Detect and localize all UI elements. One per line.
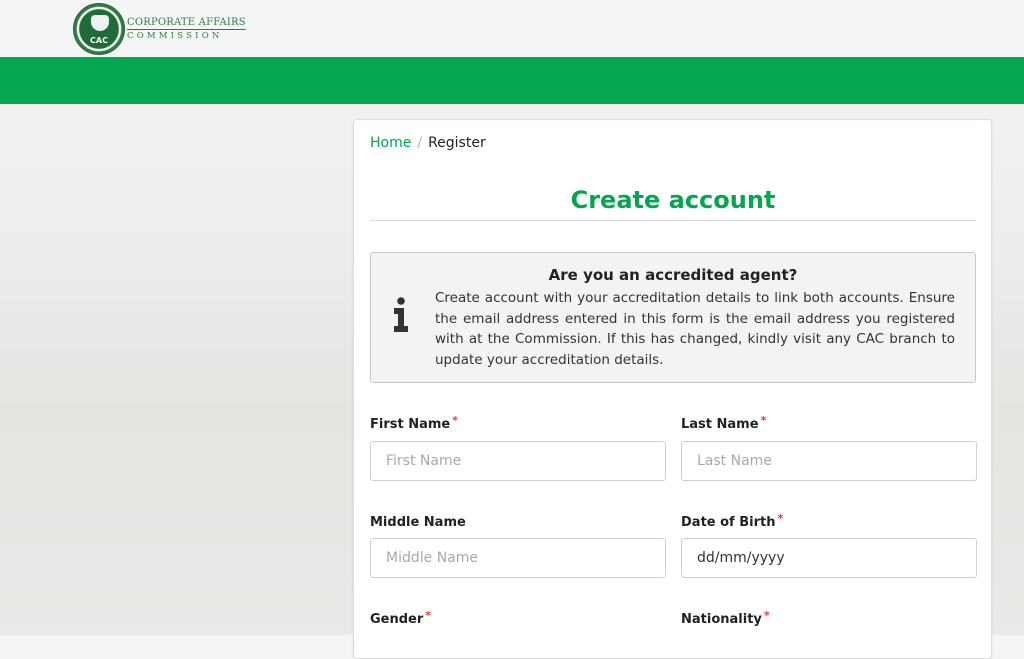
nationality-label: Nationality *	[681, 609, 770, 627]
breadcrumb-home-link[interactable]: Home	[370, 135, 411, 151]
first-name-input[interactable]	[370, 441, 666, 481]
dob-label-text: Date of Birth	[681, 515, 776, 530]
accredited-agent-notice: Are you an accredited agent? Create acco…	[370, 252, 976, 383]
logo-wordmark: CORPORATE AFFAIRS COMMISSION	[127, 16, 246, 41]
last-name-input[interactable]	[681, 441, 977, 481]
title-divider	[370, 220, 976, 221]
first-name-label: First Name *	[370, 414, 459, 432]
register-card: Home / Register Create account Are you an …	[353, 119, 992, 659]
required-marker: *	[763, 609, 770, 622]
logo-line1: CORPORATE AFFAIRS	[127, 16, 246, 30]
coat-of-arms-icon	[91, 15, 109, 31]
seal-text: CAC	[90, 36, 108, 45]
required-marker: *	[425, 609, 432, 622]
green-nav-bar	[0, 57, 1024, 104]
notice-title: Are you an accredited agent?	[548, 266, 798, 284]
middle-name-input[interactable]	[370, 538, 666, 578]
top-header: CAC CORPORATE AFFAIRS COMMISSION	[0, 0, 1024, 58]
middle-name-label-text: Middle Name	[370, 515, 466, 530]
gender-label: Gender *	[370, 609, 432, 627]
required-marker: *	[760, 414, 767, 427]
last-name-label-text: Last Name	[681, 417, 759, 432]
page-title: Create account	[570, 186, 776, 214]
breadcrumb-separator: /	[417, 135, 423, 151]
middle-name-label: Middle Name	[370, 515, 466, 530]
dob-label: Date of Birth *	[681, 512, 784, 530]
info-icon	[394, 297, 408, 332]
nationality-label-text: Nationality	[681, 612, 762, 627]
cac-seal-icon: CAC	[73, 3, 125, 55]
notice-body: Create account with your accreditation d…	[435, 290, 955, 368]
cac-logo[interactable]: CAC CORPORATE AFFAIRS COMMISSION	[73, 3, 246, 55]
last-name-label: Last Name *	[681, 414, 767, 432]
breadcrumb-current: Register	[428, 135, 486, 151]
gender-label-text: Gender	[370, 612, 424, 627]
logo-line2: COMMISSION	[127, 30, 223, 41]
first-name-label-text: First Name	[370, 417, 451, 432]
dob-date-input[interactable]: dd/mm/yyyy	[681, 538, 977, 578]
required-marker: *	[777, 512, 784, 525]
breadcrumb: Home / Register	[370, 135, 486, 151]
required-marker: *	[452, 414, 459, 427]
